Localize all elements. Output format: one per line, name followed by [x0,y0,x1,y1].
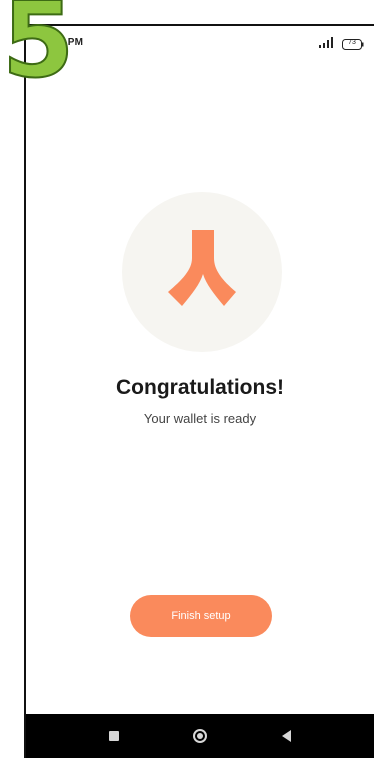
battery-icon: 73 [342,37,364,50]
home-button[interactable] [188,724,212,748]
status-bar: 3:39 PM 73 [26,26,374,60]
phone-screen: 3:39 PM 73 Congratulations! Your wallet … [24,24,374,758]
congrats-title: Congratulations! [116,376,284,399]
wallet-logo [122,192,282,352]
congrats-subtitle: Your wallet is ready [143,411,257,426]
recent-apps-button[interactable] [102,724,126,748]
navigation-bar [26,714,374,758]
finish-setup-button[interactable]: Finish setup [130,595,272,637]
square-icon [109,731,119,741]
status-icons: 73 [318,36,364,50]
wallet-logo-icon [168,230,236,306]
triangle-back-icon [281,730,291,742]
step-number-overlay: 5 [1,0,75,101]
signal-icon [319,37,333,48]
battery-level: 73 [348,38,356,46]
circle-icon [193,729,207,743]
back-button[interactable] [274,724,298,748]
